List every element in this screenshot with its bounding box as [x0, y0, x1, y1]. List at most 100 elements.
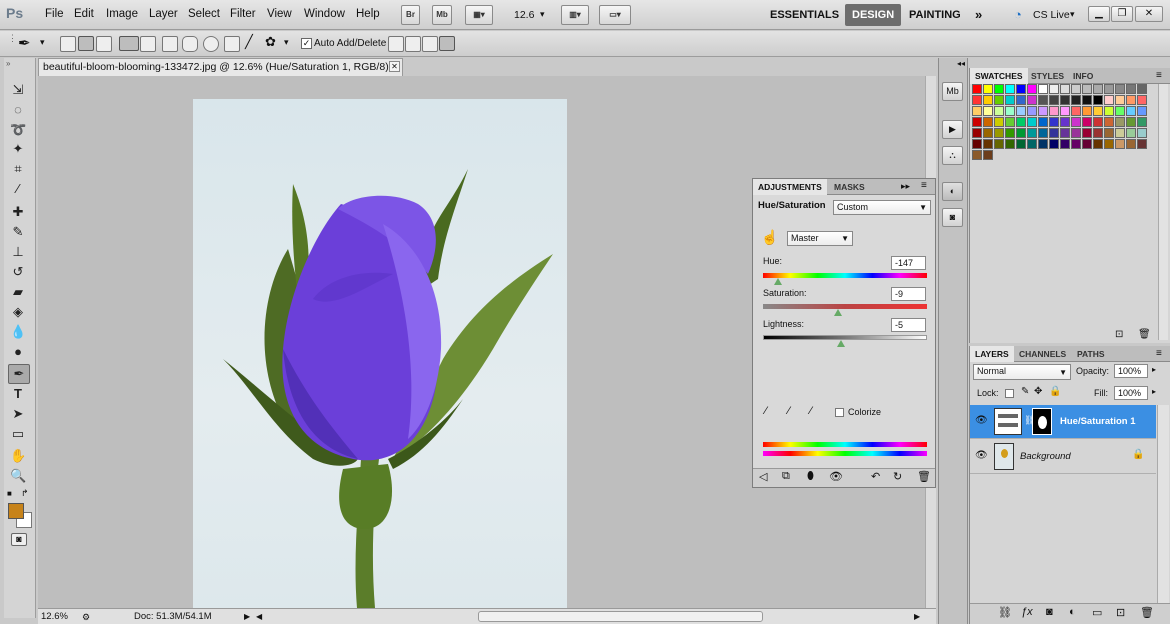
swatch-cell[interactable]	[1027, 95, 1037, 105]
swatch-cell[interactable]	[1049, 95, 1059, 105]
swatch-cell[interactable]	[1137, 106, 1147, 116]
swatches-scrollbar[interactable]	[1158, 84, 1168, 340]
add-to-shape-icon[interactable]	[388, 36, 404, 52]
lightness-slider-thumb[interactable]	[836, 340, 845, 347]
foreground-color-swatch[interactable]	[8, 503, 24, 519]
mini-bridge-button[interactable]: Mb	[432, 5, 452, 25]
marquee-tool-icon[interactable]: ◌	[10, 102, 26, 118]
swatch-cell[interactable]	[1049, 84, 1059, 94]
new-group-icon[interactable]: ▭	[1092, 606, 1102, 619]
eyedropper-tool-icon[interactable]: ⁄	[10, 181, 26, 197]
swatch-cell[interactable]	[1060, 95, 1070, 105]
swatch-cell[interactable]	[1137, 84, 1147, 94]
swatch-cell[interactable]	[1115, 106, 1125, 116]
swatch-cell[interactable]	[1060, 139, 1070, 149]
tab-info[interactable]: INFO	[1068, 68, 1098, 84]
preset-select[interactable]: Custom ▼	[833, 200, 931, 215]
swatch-cell[interactable]	[1126, 128, 1136, 138]
lasso-tool-icon[interactable]: ➰	[10, 122, 26, 138]
visibility-eye-icon[interactable]: 👁	[975, 415, 988, 426]
ellipse-icon[interactable]	[203, 36, 219, 52]
history-brush-tool-icon[interactable]: ↺	[10, 264, 26, 280]
history-panel-icon[interactable]: ⛬	[942, 146, 963, 165]
layer-name[interactable]: Hue/Saturation 1	[1060, 416, 1136, 427]
close-button[interactable]: ✕	[1135, 6, 1163, 22]
zoom-level[interactable]: 12.6	[514, 9, 534, 21]
brush-tool-icon[interactable]: ✎	[10, 224, 26, 240]
swatch-cell[interactable]	[1082, 95, 1092, 105]
swatch-cell[interactable]	[1137, 95, 1147, 105]
swatch-cell[interactable]	[1115, 139, 1125, 149]
eyedropper-icon[interactable]: ⁄	[765, 405, 767, 417]
swatch-cell[interactable]	[983, 139, 993, 149]
swatch-cell[interactable]	[972, 150, 982, 160]
swatch-cell[interactable]	[972, 95, 982, 105]
menu-edit[interactable]: Edit	[74, 8, 94, 20]
new-swatch-icon[interactable]: ⊡	[1115, 329, 1123, 340]
swatch-cell[interactable]	[1049, 128, 1059, 138]
swatch-cell[interactable]	[1082, 117, 1092, 127]
menu-help[interactable]: Help	[356, 8, 380, 20]
tab-layers[interactable]: LAYERS	[970, 346, 1014, 362]
swatch-cell[interactable]	[1071, 84, 1081, 94]
swatches-menu-icon[interactable]: ≡	[1156, 70, 1162, 81]
lock-position-icon[interactable]: ✥	[1034, 386, 1042, 397]
expand-view-icon[interactable]: ⧉	[782, 470, 790, 483]
swatch-cell[interactable]	[1126, 95, 1136, 105]
swatch-cell[interactable]	[1071, 95, 1081, 105]
reset-icon[interactable]: ↻	[893, 470, 902, 483]
swatch-cell[interactable]	[1071, 106, 1081, 116]
swatch-cell[interactable]	[1049, 139, 1059, 149]
auto-add-delete-checkbox[interactable]: ✓	[301, 38, 312, 49]
swatch-cell[interactable]	[1005, 84, 1015, 94]
masks-panel-icon[interactable]: ◙	[942, 208, 963, 227]
swatch-cell[interactable]	[1126, 139, 1136, 149]
swatch-cell[interactable]	[1060, 84, 1070, 94]
menu-filter[interactable]: Filter	[230, 8, 256, 20]
swatch-cell[interactable]	[1071, 117, 1081, 127]
opacity-input[interactable]: 100%	[1114, 364, 1148, 378]
swatch-cell[interactable]	[1027, 84, 1037, 94]
swatch-cell[interactable]	[1005, 95, 1015, 105]
swatch-cell[interactable]	[1115, 128, 1125, 138]
swatch-cell[interactable]	[1137, 139, 1147, 149]
visibility-icon[interactable]: 👁	[829, 470, 843, 483]
layer-name[interactable]: Background	[1020, 451, 1071, 462]
swatch-cell[interactable]	[1005, 139, 1015, 149]
swap-colors-icon[interactable]: ↱	[21, 488, 29, 499]
colorize-checkbox[interactable]	[835, 408, 844, 417]
clone-stamp-tool-icon[interactable]: ⊥	[10, 244, 26, 260]
swatch-cell[interactable]	[1038, 128, 1048, 138]
swatch-cell[interactable]	[972, 84, 982, 94]
adjustments-panel-icon[interactable]: ◐	[942, 182, 963, 201]
intersect-shape-icon[interactable]	[422, 36, 438, 52]
swatch-cell[interactable]	[1038, 84, 1048, 94]
more-workspaces-icon[interactable]: »	[975, 7, 982, 22]
menu-file[interactable]: File	[45, 8, 64, 20]
swatch-cell[interactable]	[1093, 84, 1103, 94]
preset-dropdown-icon[interactable]: ▾	[40, 37, 45, 48]
swatch-cell[interactable]	[1071, 128, 1081, 138]
status-info-icon[interactable]: ⚙	[82, 610, 90, 624]
layer-row-hue-saturation[interactable]: 👁 ⛓ Hue/Saturation 1	[970, 405, 1156, 439]
swatch-cell[interactable]	[1082, 106, 1092, 116]
tab-swatches[interactable]: SWATCHES	[970, 68, 1028, 84]
swatch-cell[interactable]	[972, 117, 982, 127]
swatch-grid[interactable]	[972, 84, 1148, 168]
line-icon[interactable]: ╱	[245, 34, 253, 50]
tab-adjustments[interactable]: ADJUSTMENTS	[753, 179, 827, 195]
swatch-cell[interactable]	[994, 128, 1004, 138]
swatch-cell[interactable]	[983, 106, 993, 116]
swatch-cell[interactable]	[983, 117, 993, 127]
swatch-cell[interactable]	[1082, 139, 1092, 149]
cs-live-icon[interactable]: ◔	[1014, 7, 1022, 22]
extras-dropdown[interactable]: ▦▾	[465, 5, 493, 25]
fill-input[interactable]: 100%	[1114, 386, 1148, 400]
restore-button[interactable]: ❐	[1111, 6, 1133, 22]
menu-window[interactable]: Window	[304, 8, 345, 20]
layers-scrollbar[interactable]	[1157, 405, 1169, 603]
swatch-cell[interactable]	[1049, 117, 1059, 127]
pen-icon[interactable]	[119, 36, 139, 51]
swatch-cell[interactable]	[994, 95, 1004, 105]
swatch-cell[interactable]	[1005, 128, 1015, 138]
